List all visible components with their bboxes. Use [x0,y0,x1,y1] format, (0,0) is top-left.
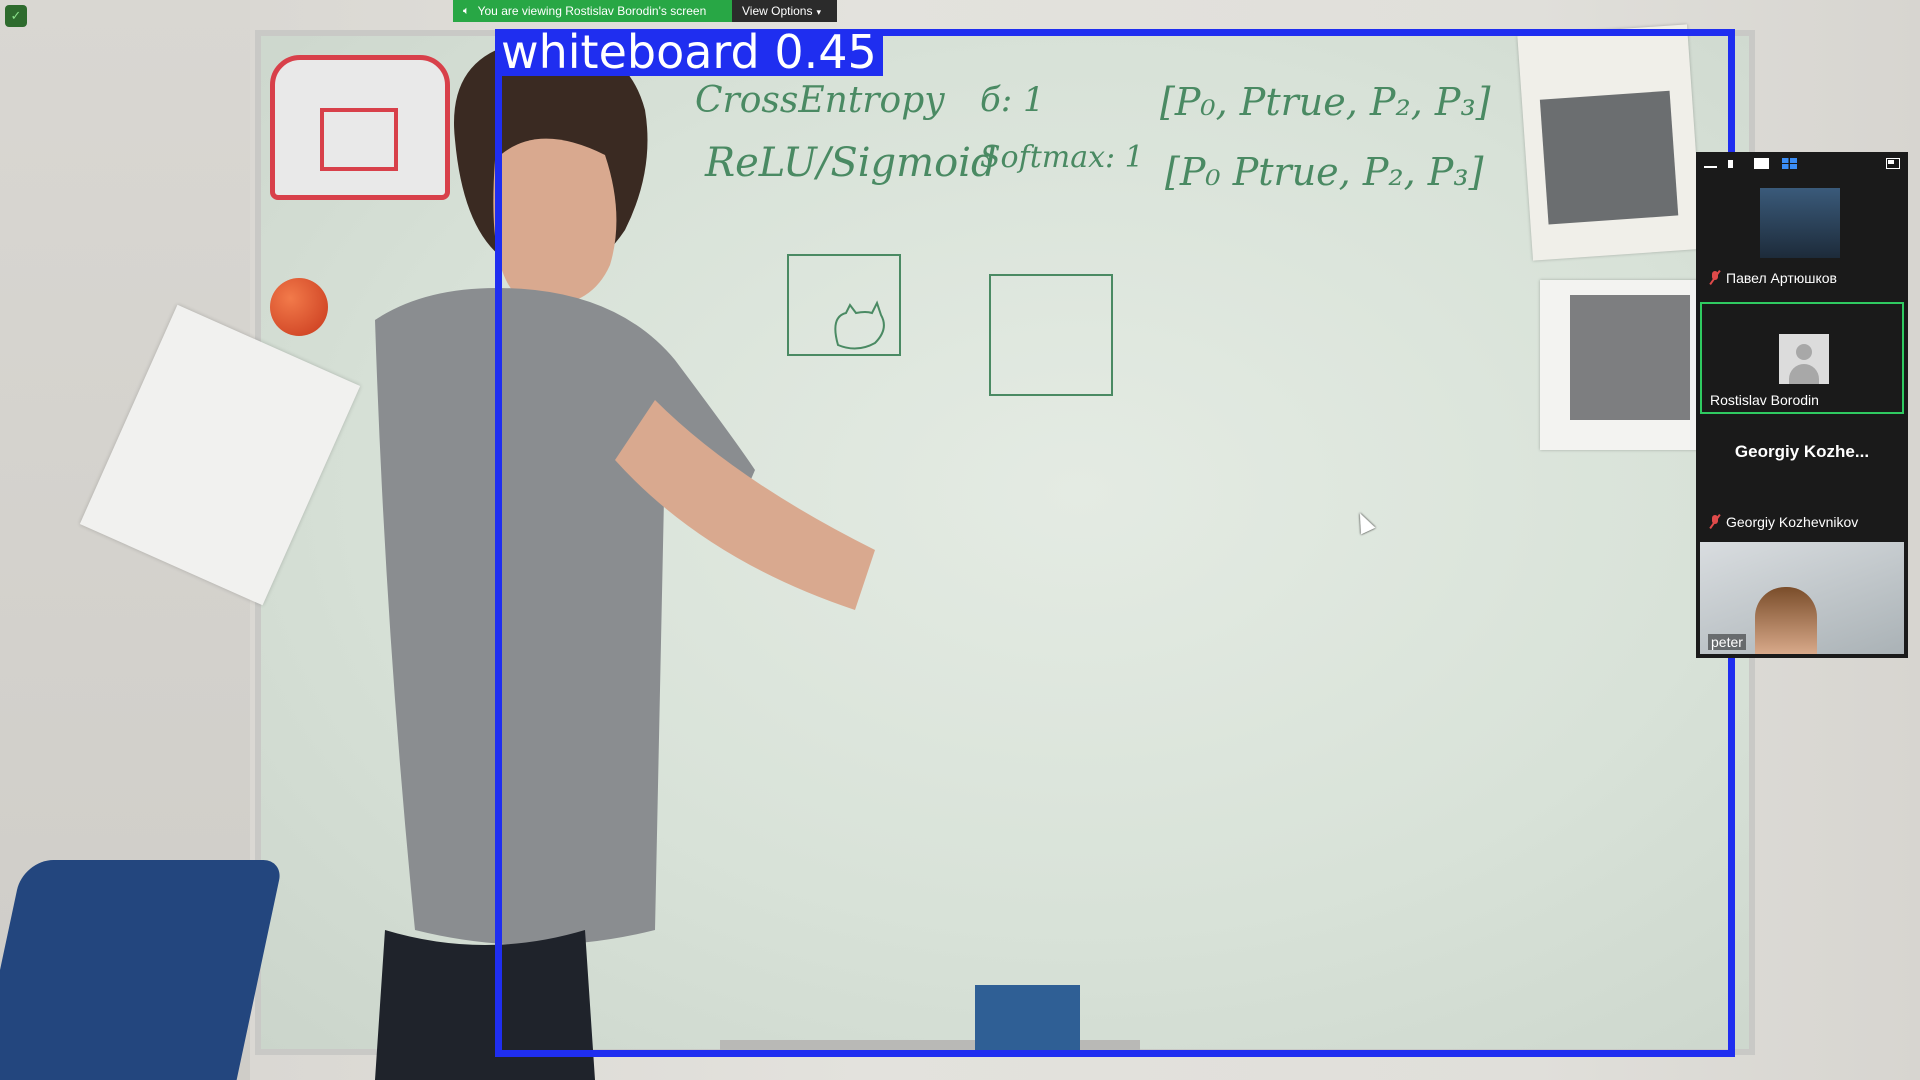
muted-mic-icon [1710,515,1720,528]
gallery-view-icon[interactable] [1782,158,1797,169]
view-options-label: View Options [742,4,813,18]
chair [0,860,284,1080]
participant-video-face [1755,587,1817,654]
speaker-icon: 🔈︎ [463,5,470,17]
participant-photo [1760,188,1840,258]
minimize-icon[interactable] [1704,166,1717,168]
participant-tile[interactable]: Павел Артюшков [1700,178,1904,290]
single-view-icon[interactable] [1754,158,1769,169]
participant-gallery: Павел Артюшков Rostislav Borodin Georgiy… [1696,152,1908,658]
viewing-screen-text: You are viewing Rostislav Borodin's scre… [477,4,707,18]
view-options-button[interactable]: View Options ▾ [732,0,837,22]
participant-name: Павел Артюшков [1726,270,1837,286]
basketball [270,278,328,336]
gallery-toolbar [1696,152,1908,176]
participant-name: Rostislav Borodin [1710,392,1819,408]
participant-name: Georgiy Kozhevnikov [1726,514,1859,530]
speaker-view-icon[interactable] [1728,160,1733,168]
participant-name: peter [1708,634,1746,650]
participant-tile[interactable]: Georgiy Kozhe... Georgiy Kozhevnikov [1700,422,1904,534]
whiteboard-detection-label: whiteboard 0.45 [495,29,883,76]
default-avatar-icon [1779,334,1829,384]
participant-tile[interactable]: peter [1700,542,1904,654]
participant-display-name: Georgiy Kozhe... [1734,442,1870,461]
muted-mic-icon [1710,271,1720,284]
chevron-down-icon: ▾ [816,7,822,17]
participant-tile-active-speaker[interactable]: Rostislav Borodin [1700,302,1904,414]
exit-fullscreen-icon[interactable] [1886,158,1900,169]
whiteboard-detection-box [495,29,1735,1057]
viewing-screen-banner: 🔈︎ You are viewing Rostislav Borodin's s… [453,0,732,22]
security-shield-icon[interactable]: ✓ [5,5,27,27]
